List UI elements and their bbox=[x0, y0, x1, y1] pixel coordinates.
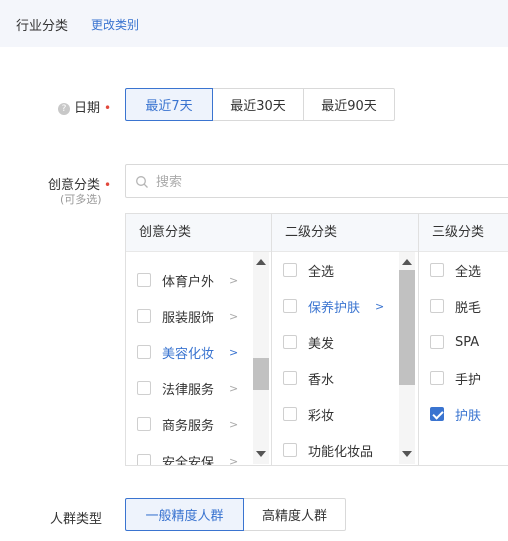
audience-selector: 一般精度人群 高精度人群 bbox=[125, 498, 346, 531]
scroll-thumb[interactable] bbox=[399, 270, 415, 385]
date-option-90[interactable]: 最近90天 bbox=[303, 88, 395, 121]
level2-item-3[interactable]: 香水 bbox=[283, 360, 413, 396]
scroll-thumb[interactable] bbox=[253, 358, 269, 390]
level2-item-5[interactable]: 功能化妆品 bbox=[283, 432, 413, 465]
chevron-right-icon: > bbox=[229, 454, 239, 466]
top-bar: 行业分类 更改类别 bbox=[0, 0, 508, 47]
level1-column: 创意分类 体育户外 > 服装服饰 > 美容化妆 > 法律服务 > 商务服务 > … bbox=[126, 214, 272, 465]
change-category-link[interactable]: 更改类别 bbox=[91, 16, 139, 33]
date-option-7[interactable]: 最近7天 bbox=[125, 88, 213, 121]
scroll-down-arrow-icon[interactable] bbox=[402, 451, 412, 457]
audience-label: 人群类型 bbox=[50, 512, 103, 527]
scroll-up-arrow-icon[interactable] bbox=[256, 259, 266, 265]
chevron-right-icon: > bbox=[375, 299, 385, 313]
checkbox[interactable] bbox=[283, 443, 297, 457]
chevron-right-icon: > bbox=[229, 345, 239, 359]
level3-item-3[interactable]: 手护 bbox=[430, 360, 508, 396]
checkbox[interactable] bbox=[430, 371, 444, 385]
checkbox[interactable] bbox=[430, 335, 444, 349]
help-icon[interactable]: ? bbox=[58, 103, 70, 115]
industry-category-title: 行业分类 bbox=[16, 19, 69, 34]
date-label-row: ? 日期 • bbox=[58, 97, 111, 116]
level1-item-1[interactable]: 服装服饰 > bbox=[137, 298, 267, 334]
level1-item-5[interactable]: 安全安保 > bbox=[137, 443, 267, 465]
checkbox[interactable] bbox=[137, 345, 151, 359]
checkbox[interactable] bbox=[283, 371, 297, 385]
level2-header: 二级分类 bbox=[272, 214, 418, 252]
checkbox[interactable] bbox=[430, 263, 444, 277]
required-mark: • bbox=[104, 178, 112, 192]
checkbox[interactable] bbox=[137, 309, 151, 323]
date-option-30[interactable]: 最近30天 bbox=[212, 88, 304, 121]
level1-scrollbar[interactable] bbox=[253, 252, 269, 464]
search-input[interactable] bbox=[156, 172, 456, 192]
chevron-right-icon: > bbox=[229, 417, 239, 431]
category-cascader: 创意分类 体育户外 > 服装服饰 > 美容化妆 > 法律服务 > 商务服务 > … bbox=[125, 213, 508, 466]
level1-item-0[interactable]: 体育户外 > bbox=[137, 262, 267, 298]
level2-item-4[interactable]: 彩妆 bbox=[283, 396, 413, 432]
checkbox[interactable] bbox=[137, 273, 151, 287]
chevron-right-icon: > bbox=[229, 273, 239, 287]
level3-column: 三级分类 全选 脱毛 SPA 手护 护肤 bbox=[419, 214, 508, 465]
audience-option-high-precision[interactable]: 高精度人群 bbox=[243, 498, 346, 531]
multi-select-hint: (可多选) bbox=[60, 193, 102, 206]
checkbox[interactable] bbox=[137, 417, 151, 431]
checkbox[interactable] bbox=[283, 407, 297, 421]
checkbox-checked[interactable] bbox=[430, 407, 444, 421]
level2-scrollbar[interactable] bbox=[399, 252, 415, 464]
chevron-right-icon: > bbox=[229, 381, 239, 395]
chevron-right-icon: > bbox=[229, 309, 239, 323]
level3-item-4[interactable]: 护肤 bbox=[430, 396, 508, 432]
level3-header: 三级分类 bbox=[419, 214, 508, 252]
level2-item-1[interactable]: 保养护肤 > bbox=[283, 288, 413, 324]
level1-item-3[interactable]: 法律服务 > bbox=[137, 370, 267, 406]
required-mark: • bbox=[104, 101, 112, 115]
date-label: 日期 bbox=[74, 101, 101, 116]
level1-header: 创意分类 bbox=[126, 214, 271, 252]
checkbox[interactable] bbox=[283, 263, 297, 277]
level2-item-0[interactable]: 全选 bbox=[283, 252, 413, 288]
audience-option-general[interactable]: 一般精度人群 bbox=[125, 498, 244, 531]
date-range-selector: 最近7天 最近30天 最近90天 bbox=[125, 88, 395, 121]
search-box bbox=[125, 164, 508, 198]
level2-column: 二级分类 全选 保养护肤 > 美发 香水 彩妆 功能化妆品 bbox=[272, 214, 419, 465]
level3-item-2[interactable]: SPA bbox=[430, 324, 508, 360]
checkbox[interactable] bbox=[283, 335, 297, 349]
checkbox[interactable] bbox=[137, 454, 151, 465]
checkbox[interactable] bbox=[137, 381, 151, 395]
scroll-up-arrow-icon[interactable] bbox=[402, 259, 412, 265]
checkbox[interactable] bbox=[430, 299, 444, 313]
level3-item-1[interactable]: 脱毛 bbox=[430, 288, 508, 324]
level3-item-0[interactable]: 全选 bbox=[430, 252, 508, 288]
level2-item-2[interactable]: 美发 bbox=[283, 324, 413, 360]
search-icon bbox=[136, 176, 148, 188]
checkbox[interactable] bbox=[283, 299, 297, 313]
level1-item-2[interactable]: 美容化妆 > bbox=[137, 334, 267, 370]
level1-item-4[interactable]: 商务服务 > bbox=[137, 406, 267, 442]
scroll-down-arrow-icon[interactable] bbox=[256, 451, 266, 457]
